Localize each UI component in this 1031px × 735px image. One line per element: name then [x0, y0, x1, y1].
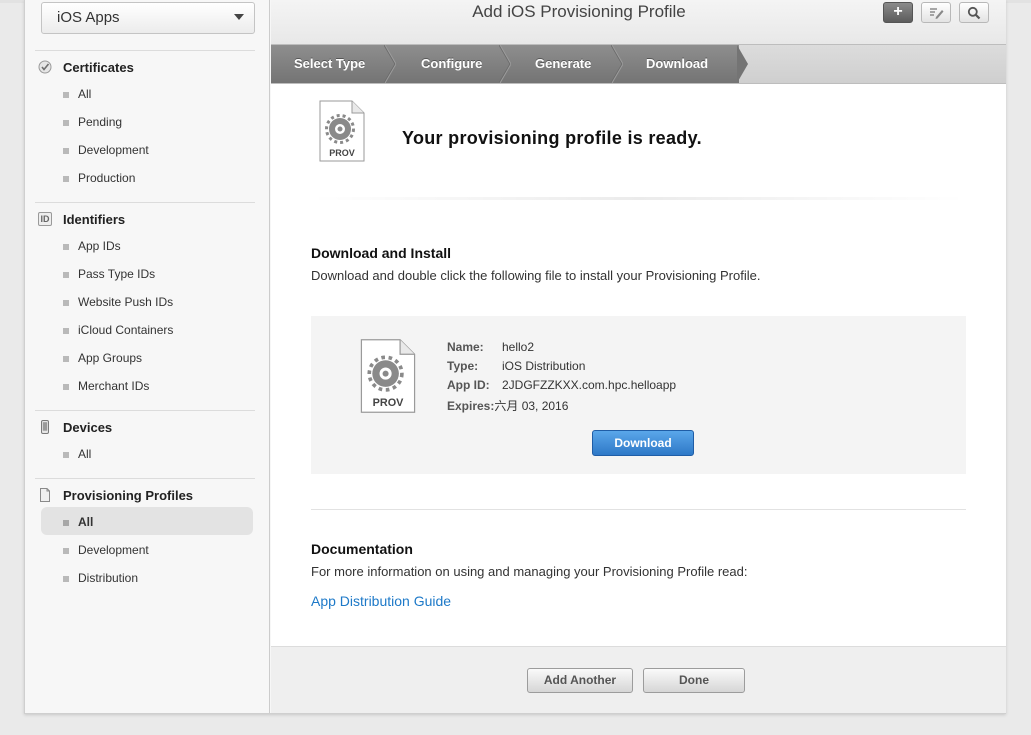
- step-separator: [384, 45, 396, 83]
- add-button[interactable]: +: [883, 2, 913, 23]
- wizard-footer: Add Another Done: [271, 646, 1006, 713]
- profile-expires-value: 六月 03, 2016: [494, 399, 569, 413]
- nav-heading-label: Devices: [63, 420, 113, 435]
- done-button[interactable]: Done: [643, 668, 745, 693]
- sidebar-item-profiles-development[interactable]: Development: [35, 535, 255, 563]
- device-icon: [38, 420, 52, 434]
- step-download: Download: [646, 56, 709, 71]
- profile-appid-row: App ID: 2JDGFZZKXX.com.hpc.helloapp: [447, 378, 676, 397]
- nav-heading-label: Certificates: [63, 60, 134, 75]
- step-select-type: Select Type: [294, 56, 366, 71]
- download-install-description: Download and double click the following …: [311, 268, 761, 283]
- sidebar-item-merchant-ids[interactable]: Merchant IDs: [35, 371, 255, 399]
- member-center-panel: iOS Apps Certificates All Pending Develo…: [24, 0, 1006, 714]
- profile-name-label: Name:: [447, 340, 484, 354]
- file-icon-label: PROV: [373, 397, 405, 409]
- step-configure: Configure: [421, 56, 483, 71]
- ready-message: Your provisioning profile is ready.: [402, 128, 702, 148]
- sidebar-item-certificates-development[interactable]: Development: [35, 135, 255, 163]
- profile-appid-value: 2JDGFZZKXX.com.hpc.helloapp: [502, 378, 677, 392]
- nav-heading-label: Identifiers: [63, 212, 126, 227]
- wizard-steps: Select Type Configure Generate Download: [271, 44, 1006, 84]
- documentation-heading: Documentation: [311, 541, 413, 557]
- sidebar-item-profiles-all[interactable]: All: [41, 507, 253, 535]
- sidebar-item-pass-type-ids[interactable]: Pass Type IDs: [35, 259, 255, 287]
- platform-select-value: iOS Apps: [57, 9, 120, 26]
- profile-expires-row: Expires:六月 03, 2016: [447, 397, 676, 416]
- step-separator: [499, 45, 511, 83]
- title-bar: Add iOS Provisioning Profile +: [271, 0, 1006, 44]
- add-another-button[interactable]: Add Another: [527, 668, 633, 693]
- documentation-description: For more information on using and managi…: [311, 564, 748, 579]
- download-install-heading: Download and Install: [311, 245, 452, 261]
- id-icon: ID: [38, 212, 52, 226]
- nav-heading-label: Provisioning Profiles: [63, 488, 194, 503]
- file-icon-label: PROV: [329, 148, 355, 158]
- page-title: Add iOS Provisioning Profile: [472, 2, 686, 21]
- nav-heading-certificates[interactable]: Certificates: [35, 51, 255, 79]
- sidebar-item-certificates-production[interactable]: Production: [35, 163, 255, 191]
- step-arrow-end: [737, 45, 749, 83]
- nav-heading-provisioning-profiles[interactable]: Provisioning Profiles: [35, 479, 255, 507]
- sidebar-item-devices-all[interactable]: All: [35, 439, 255, 467]
- section-divider: [311, 509, 966, 510]
- certificate-icon: [38, 60, 52, 74]
- sidebar: iOS Apps Certificates All Pending Develo…: [25, 0, 270, 713]
- nav-section-certificates: Certificates All Pending Development Pro…: [35, 50, 255, 191]
- search-button[interactable]: [959, 2, 989, 23]
- profile-metadata: Name: hello2 Type: iOS Distribution App ID…: [447, 340, 676, 416]
- profile-appid-label: App ID:: [447, 378, 490, 392]
- profile-name-row: Name: hello2: [447, 340, 676, 359]
- sidebar-item-app-ids[interactable]: App IDs: [35, 231, 255, 259]
- sidebar-item-app-groups[interactable]: App Groups: [35, 343, 255, 371]
- nav-heading-devices[interactable]: Devices: [35, 411, 255, 439]
- profile-name-value: hello2: [502, 340, 535, 354]
- download-button[interactable]: Download: [592, 430, 694, 456]
- sidebar-item-profiles-distribution[interactable]: Distribution: [35, 563, 255, 591]
- main-content: Add iOS Provisioning Profile + Select Ty…: [271, 0, 1006, 713]
- step-separator: [611, 45, 623, 83]
- pencil-icon: [930, 8, 944, 19]
- profile-type-row: Type: iOS Distribution: [447, 359, 676, 378]
- search-icon: [967, 6, 981, 20]
- edit-button[interactable]: [921, 2, 951, 23]
- sidebar-item-icloud-containers[interactable]: iCloud Containers: [35, 315, 255, 343]
- provisioning-file-icon: PROV: [359, 338, 416, 413]
- step-generate: Generate: [535, 56, 592, 71]
- nav-section-provisioning-profiles: Provisioning Profiles All Development Di…: [35, 478, 255, 591]
- sidebar-item-certificates-pending[interactable]: Pending: [35, 107, 255, 135]
- provisioning-file-icon: PROV: [318, 100, 366, 162]
- ready-banner: PROV Your provisioning profile is ready.: [271, 84, 1006, 202]
- chevron-down-icon: [234, 14, 244, 20]
- nav-section-devices: Devices All: [35, 410, 255, 467]
- sidebar-item-website-push-ids[interactable]: Website Push IDs: [35, 287, 255, 315]
- profile-type-value: iOS Distribution: [502, 359, 586, 373]
- app-distribution-guide-link[interactable]: App Distribution Guide: [311, 593, 451, 609]
- profile-type-label: Type:: [447, 359, 479, 373]
- sidebar-item-certificates-all[interactable]: All: [35, 79, 255, 107]
- nav-section-identifiers: ID Identifiers App IDs Pass Type IDs Web…: [35, 202, 255, 399]
- nav-heading-identifiers[interactable]: ID Identifiers: [35, 203, 255, 231]
- profile-summary-box: PROV Name: hello2 Type: iOS Distribution A…: [311, 316, 966, 474]
- profile-document-icon: [38, 488, 52, 502]
- profile-expires-label: Expires:: [447, 399, 495, 413]
- section-fade-divider: [311, 197, 966, 200]
- platform-select[interactable]: iOS Apps: [41, 2, 255, 34]
